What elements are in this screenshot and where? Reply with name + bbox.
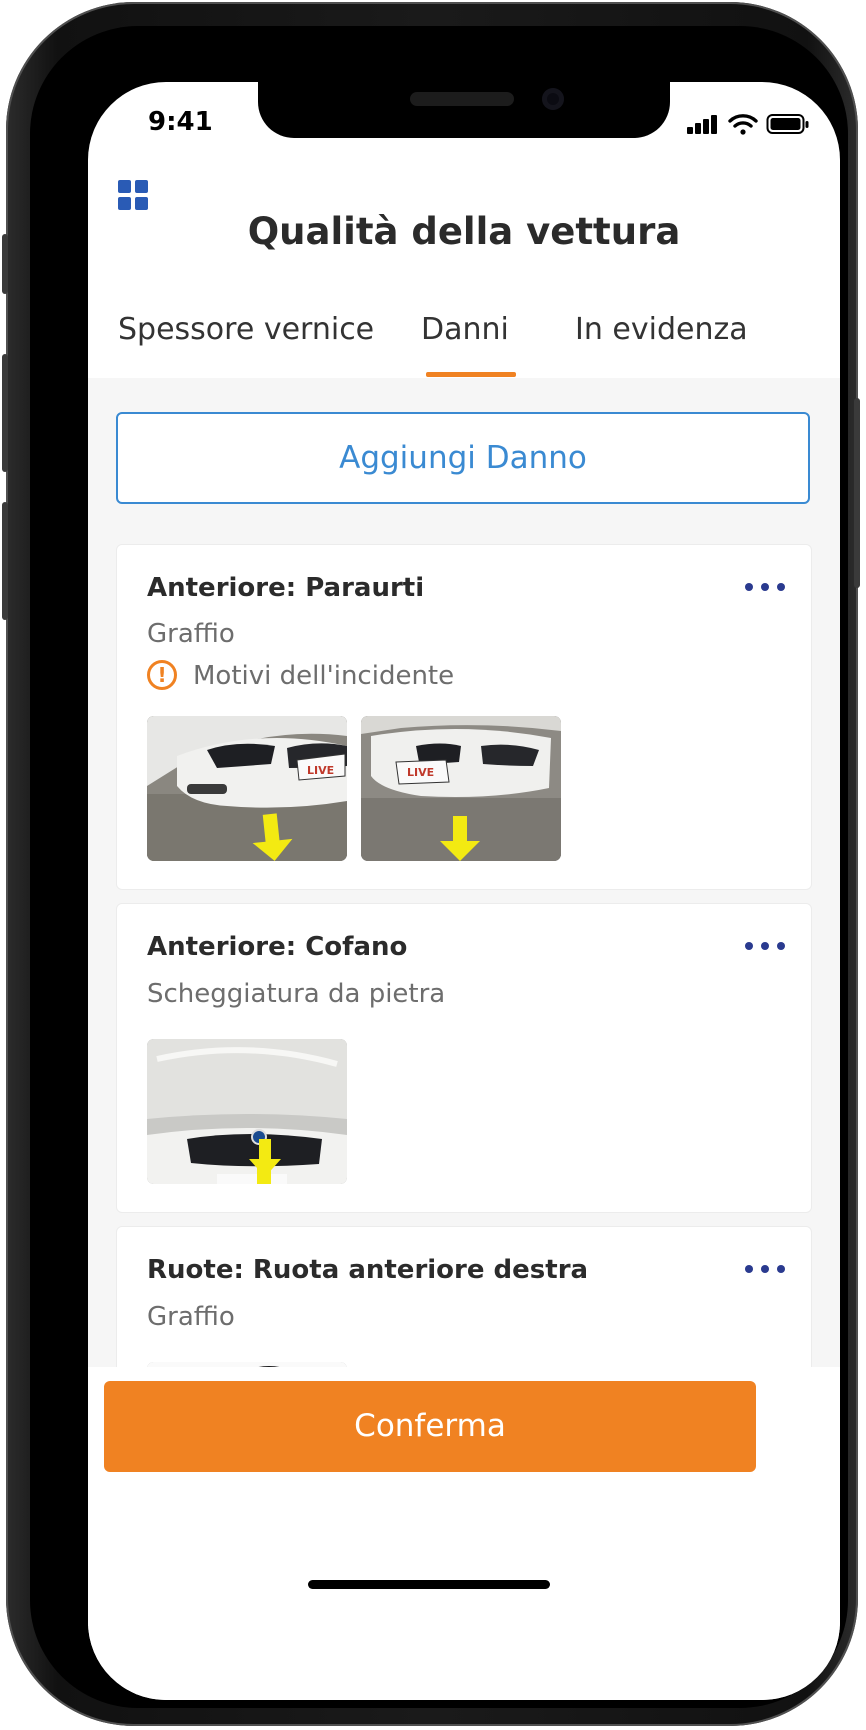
footer: Conferma	[88, 1367, 840, 1700]
damage-type: Graffio	[147, 619, 235, 649]
signal-icon	[687, 115, 717, 134]
power-button	[854, 398, 860, 588]
damage-card: Anteriore: Cofano Scheggiatura da pietra	[116, 903, 812, 1213]
svg-text:LIVE: LIVE	[307, 764, 334, 777]
tab-danni[interactable]: Danni	[421, 312, 509, 347]
tab-spessore-vernice[interactable]: Spessore vernice	[118, 312, 374, 347]
grid-icon[interactable]	[118, 180, 148, 210]
damage-title: Anteriore: Cofano	[147, 932, 408, 962]
volume-down-button	[2, 502, 8, 620]
status-icons	[686, 113, 810, 135]
more-options-icon[interactable]	[745, 1265, 785, 1275]
status-time: 9:41	[148, 107, 213, 137]
speaker	[410, 92, 514, 106]
camera	[542, 88, 564, 110]
add-damage-button[interactable]: Aggiungi Danno	[116, 412, 810, 504]
damage-type: Graffio	[147, 1302, 235, 1332]
damage-photo[interactable]	[147, 1039, 347, 1184]
damage-card: Anteriore: Paraurti Graffio ! Motivi del…	[116, 544, 812, 890]
confirm-button[interactable]: Conferma	[104, 1381, 756, 1472]
page-title: Qualità della vettura	[247, 210, 681, 253]
more-options-icon[interactable]	[745, 942, 785, 952]
damage-type: Scheggiatura da pietra	[147, 979, 446, 1009]
more-options-icon[interactable]	[745, 583, 785, 593]
tab-bar: Spessore vernice Danni In evidenza	[88, 290, 840, 378]
notch	[258, 82, 670, 138]
damage-photo[interactable]: LIVE	[147, 716, 347, 861]
damage-photo[interactable]: LIVE	[361, 716, 561, 861]
volume-up-button	[2, 354, 8, 472]
screen: 9:41 Qualità della vettura Spessore vern…	[88, 82, 840, 1700]
home-indicator	[308, 1580, 550, 1589]
active-tab-indicator	[426, 372, 516, 377]
warning-icon: !	[147, 660, 177, 690]
bezel: 9:41 Qualità della vettura Spessore vern…	[30, 26, 848, 1708]
damage-title: Ruote: Ruota anteriore destra	[147, 1255, 589, 1285]
phone-frame: 9:41 Qualità della vettura Spessore vern…	[2, 2, 860, 1726]
damage-title: Anteriore: Paraurti	[147, 573, 425, 603]
svg-text:LIVE: LIVE	[407, 766, 434, 779]
warning-text: Motivi dell'incidente	[193, 661, 455, 691]
tab-in-evidenza[interactable]: In evidenza	[575, 312, 748, 347]
battery-icon	[766, 114, 809, 134]
mute-switch	[2, 234, 8, 294]
wifi-icon	[728, 114, 758, 135]
